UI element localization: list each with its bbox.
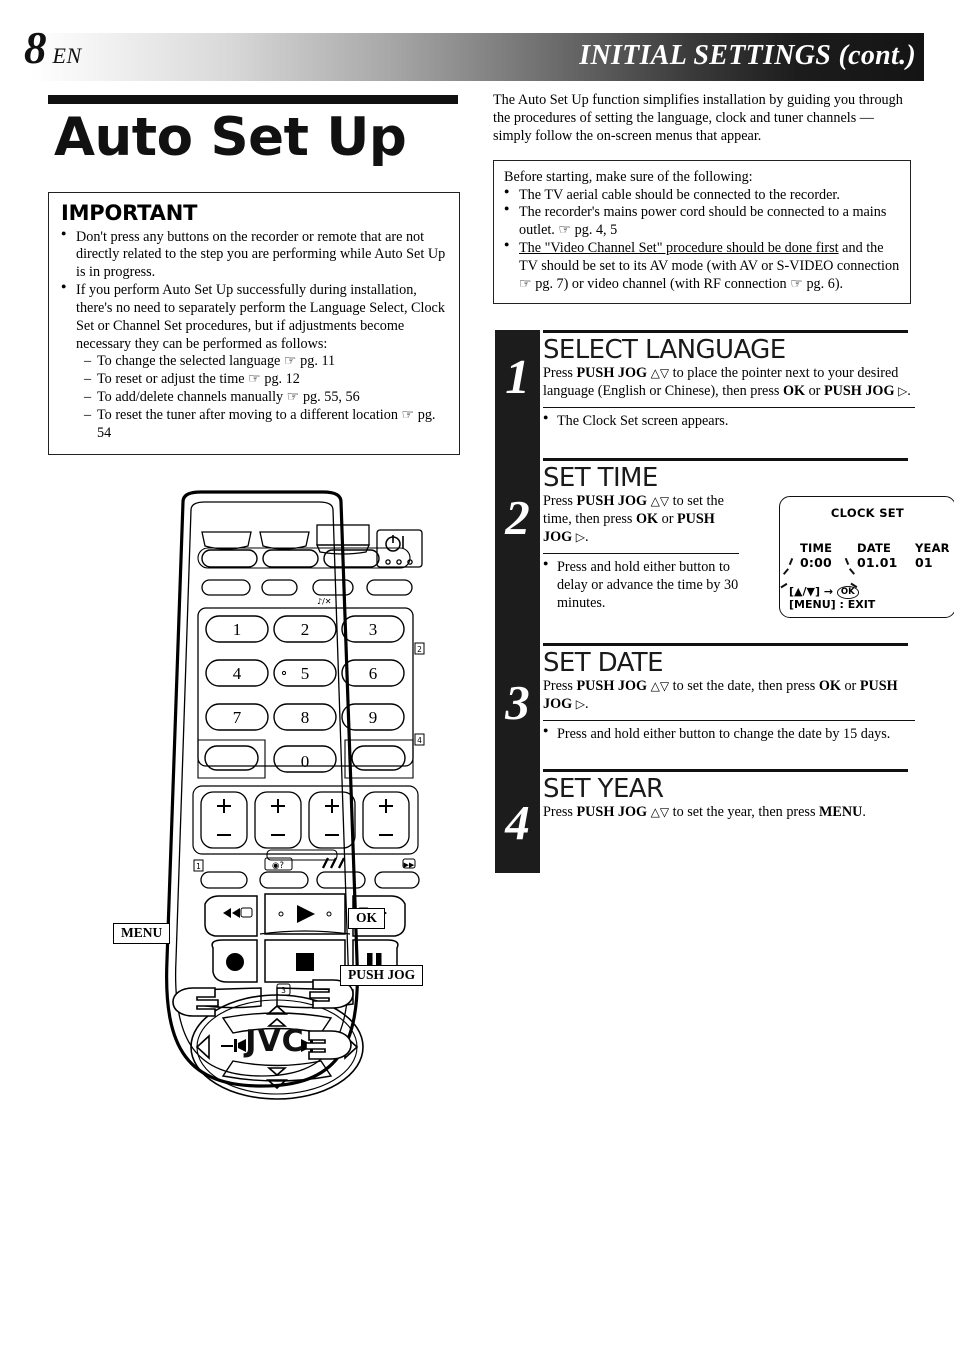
step-rule: [543, 643, 908, 646]
keypad-key-2: 2: [301, 620, 310, 639]
osd-date-value: 01.01: [857, 555, 898, 570]
osd-time-label: TIME: [800, 541, 833, 555]
list-item: To reset or adjust the time ☞ pg. 12: [84, 371, 447, 389]
remote-brand-logo: JVC: [245, 1024, 305, 1059]
keypad-key-1: 1: [233, 620, 242, 639]
osd-year-value: 01: [915, 555, 933, 570]
title-rule: [48, 95, 458, 104]
step-title: SET YEAR: [543, 774, 664, 804]
svg-text:◉?: ◉?: [272, 861, 284, 871]
osd-year-field: YEAR 01: [915, 541, 950, 570]
osd-time-value: 0:00: [800, 555, 832, 570]
intro-paragraph: The Auto Set Up function simplifies inst…: [493, 92, 903, 144]
step-note: Press and hold either button to delay or…: [543, 558, 739, 612]
osd-hint-keys: [▲/▼] → OK: [789, 585, 859, 599]
osd-title: CLOCK SET: [830, 506, 905, 520]
right-column: The Auto Set Up function simplifies inst…: [493, 92, 913, 304]
step-number-3: 3: [505, 675, 530, 730]
left-column: Auto Set Up IMPORTANT Don't press any bu…: [48, 95, 468, 456]
page-number: 8: [24, 23, 47, 73]
keypad-key-9: 9: [369, 708, 378, 727]
remote-control-illustration: ♪/✕ 1 2 3 4 5 6 7 8 9 0 2 4 1 ◉? ▶▶ 3 JV…: [105, 490, 445, 1110]
list-item: The recorder's mains power cord should b…: [504, 203, 900, 240]
svg-text:3: 3: [281, 986, 286, 995]
callout-menu-label: MENU: [113, 923, 171, 945]
svg-text:♪/✕: ♪/✕: [317, 597, 332, 606]
svg-text:4: 4: [417, 736, 422, 745]
step-rule: [543, 769, 908, 772]
page-title: Auto Set Up: [54, 107, 407, 168]
step-note-rule: [543, 406, 915, 409]
step-note-rule: [543, 552, 739, 554]
step-4: SET YEAR Press PUSH JOG △▽ to set the ye…: [543, 769, 915, 822]
osd-hint-keys-text: [▲/▼] →: [789, 585, 834, 598]
before-starting-list: The TV aerial cable should be connected …: [504, 186, 900, 294]
before-starting-lead: Before starting, make sure of the follow…: [504, 168, 753, 185]
step-number-1: 1: [505, 349, 530, 404]
keypad-key-3: 3: [369, 620, 378, 639]
list-item: To reset the tuner after moving to a dif…: [84, 407, 447, 443]
important-box: IMPORTANT Don't press any buttons on the…: [48, 191, 460, 456]
osd-clock-set-screen: CLOCK SET TIME 0:00 DATE 01.01 YEAR 01 […: [779, 496, 954, 618]
step-3: SET DATE Press PUSH JOG △▽ to set the da…: [543, 643, 915, 744]
step-title: SET TIME: [543, 463, 658, 493]
osd-date-label: DATE: [857, 541, 892, 555]
page-number-group: 8 EN: [24, 26, 82, 71]
svg-text:▶▶: ▶▶: [404, 861, 415, 869]
underlined-phrase: The "Video Channel Set" procedure should…: [519, 240, 839, 257]
keypad-key-5: 5: [301, 664, 310, 683]
step-title: SELECT LANGUAGE: [543, 335, 786, 365]
callout-push-jog-label: PUSH JOG: [340, 965, 424, 987]
step-note: The Clock Set screen appears.: [543, 412, 915, 431]
step-instruction: Press PUSH JOG △▽ to set the year, then …: [543, 804, 866, 821]
step-note-rule: [543, 719, 915, 722]
steps-number-bar: [495, 330, 540, 873]
callout-ok-label: OK: [348, 908, 386, 930]
osd-date-field: DATE 01.01: [857, 541, 898, 570]
osd-hint-exit: [MENU] : EXIT: [789, 598, 876, 611]
list-item-text: If you perform Auto Set Up successfully …: [76, 282, 445, 352]
list-item: To change the selected language ☞ pg. 11: [84, 353, 447, 371]
step-instruction: Press PUSH JOG △▽ to place the pointer n…: [543, 365, 911, 399]
keypad-key-4: 4: [233, 664, 242, 683]
step-rule: [543, 458, 908, 461]
remote-svg: ♪/✕ 1 2 3 4 5 6 7 8 9 0 2 4 1 ◉? ▶▶ 3: [165, 490, 425, 1100]
osd-time-field: TIME 0:00: [780, 541, 858, 589]
step-instruction: Press PUSH JOG △▽ to set the date, then …: [543, 678, 898, 712]
important-sub-list: To change the selected language ☞ pg. 11…: [76, 353, 447, 442]
language-code: EN: [52, 43, 82, 68]
osd-ok-glyph: OK: [836, 586, 859, 599]
svg-text:1: 1: [196, 862, 201, 871]
svg-text:2: 2: [417, 645, 422, 654]
keypad-key-6: 6: [369, 664, 378, 683]
step-number-4: 4: [505, 795, 530, 850]
step-note: Press and hold either button to change t…: [543, 725, 915, 744]
keypad-key-8: 8: [301, 708, 310, 727]
step-rule: [543, 330, 908, 333]
keypad-key-7: 7: [233, 708, 242, 727]
list-item: To add/delete channels manually ☞ pg. 55…: [84, 389, 447, 407]
list-item: The TV aerial cable should be connected …: [504, 186, 900, 205]
important-heading: IMPORTANT: [61, 200, 198, 225]
list-item: If you perform Auto Set Up successfully …: [61, 281, 447, 442]
step-instruction: Press PUSH JOG △▽ to set the time, then …: [543, 493, 724, 545]
step-1: SELECT LANGUAGE Press PUSH JOG △▽ to pla…: [543, 330, 915, 431]
important-bullet-list: Don't press any buttons on the recorder …: [61, 228, 447, 443]
keypad-key-0: 0: [301, 752, 310, 771]
osd-year-label: YEAR: [915, 541, 950, 555]
step-title: SET DATE: [543, 648, 664, 678]
before-starting-box: Before starting, make sure of the follow…: [493, 159, 911, 304]
step-number-2: 2: [505, 490, 530, 545]
page-header-title: INITIAL SETTINGS (cont.): [579, 40, 916, 71]
list-item: The "Video Channel Set" procedure should…: [504, 239, 900, 293]
list-item: Don't press any buttons on the recorder …: [61, 228, 447, 282]
step-2: SET TIME Press PUSH JOG △▽ to set the ti…: [543, 458, 954, 618]
